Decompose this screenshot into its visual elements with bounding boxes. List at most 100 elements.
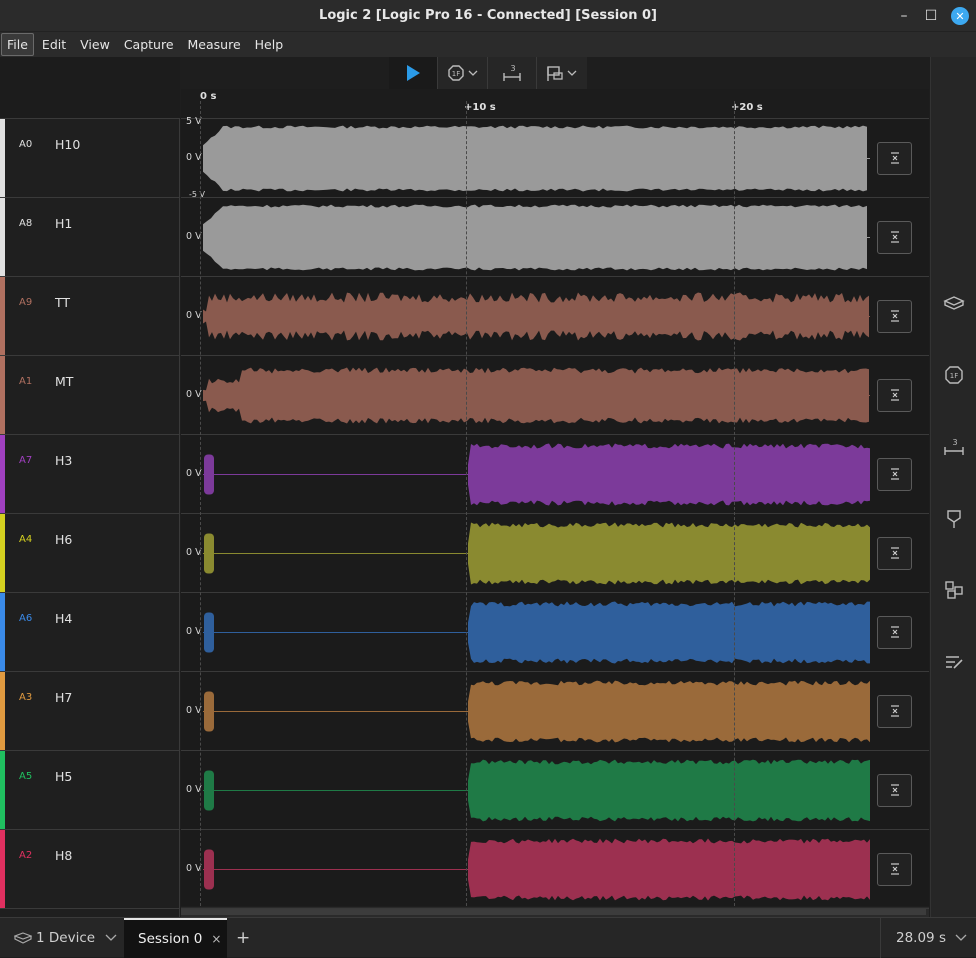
menu-view[interactable]: View xyxy=(74,33,116,56)
channel-id: A0 xyxy=(19,139,33,150)
svg-text:3: 3 xyxy=(952,438,957,447)
channel-row[interactable]: A4 H6 xyxy=(0,514,180,593)
fit-icon xyxy=(890,389,899,401)
channel-id: A6 xyxy=(19,613,33,624)
add-session-button[interactable]: + xyxy=(236,918,250,958)
fit-range-button[interactable] xyxy=(877,536,912,570)
fit-range-button[interactable] xyxy=(877,378,912,412)
close-icon: ✕ xyxy=(951,7,969,25)
scrollbar-thumb[interactable] xyxy=(181,908,926,915)
channel-id: A9 xyxy=(19,297,33,308)
svg-text:3: 3 xyxy=(510,64,515,73)
fit-icon xyxy=(890,626,899,638)
annotate-button[interactable] xyxy=(537,57,587,89)
waveform xyxy=(203,680,870,743)
channel-trace[interactable]: 0 V xyxy=(181,751,929,830)
notes-panel-button[interactable] xyxy=(941,649,967,675)
channel-row[interactable]: A1 MT xyxy=(0,356,180,435)
extensions-panel-button[interactable] xyxy=(941,577,967,603)
channel-id: A8 xyxy=(19,218,33,229)
channel-trace[interactable]: 0 V xyxy=(181,672,929,751)
channel-row[interactable]: A2 H8 xyxy=(0,830,180,909)
start-button[interactable] xyxy=(389,57,438,89)
channel-trace[interactable]: 0 V xyxy=(181,356,929,435)
fit-range-button[interactable] xyxy=(877,457,912,491)
channel-row[interactable]: A3 H7 xyxy=(0,672,180,751)
menu-measure[interactable]: Measure xyxy=(182,33,247,56)
measure-button[interactable]: 3 xyxy=(488,57,537,89)
fit-range-button[interactable] xyxy=(877,615,912,649)
fit-range-button[interactable] xyxy=(877,141,912,175)
channel-trace[interactable]: 0 V xyxy=(181,514,929,593)
tick-20: +20 s xyxy=(731,102,763,113)
marker-icon xyxy=(947,510,961,528)
tick-0: 0 s xyxy=(200,91,217,102)
waveform xyxy=(203,125,870,192)
channel-name[interactable]: H4 xyxy=(55,611,72,626)
channel-trace[interactable]: 0 V xyxy=(181,277,929,356)
channel-row[interactable]: A7 H3 xyxy=(0,435,180,514)
device-selector[interactable]: 1 Device xyxy=(14,918,117,958)
duration-label: 28.09 s xyxy=(896,930,946,946)
waveform xyxy=(203,838,870,901)
menu-edit[interactable]: Edit xyxy=(36,33,72,56)
channel-color-stripe xyxy=(0,830,5,908)
channel-color-stripe xyxy=(0,514,5,592)
capture-toolbar: 1F 3 xyxy=(389,57,587,89)
channel-name[interactable]: TT xyxy=(55,295,70,310)
waveform xyxy=(203,292,870,341)
channel-color-stripe xyxy=(0,672,5,750)
close-button[interactable]: ✕ xyxy=(946,0,974,32)
fit-range-button[interactable] xyxy=(877,773,912,807)
channel-trace[interactable]: 0 V xyxy=(181,435,929,514)
channel-name[interactable]: H7 xyxy=(55,690,72,705)
channel-id: A1 xyxy=(19,376,33,387)
time-ruler[interactable]: 0 s +10 s +20 s xyxy=(181,89,929,119)
channel-id: A3 xyxy=(19,692,33,703)
channel-trace[interactable]: 0 V5 V -5 V xyxy=(181,116,929,199)
channel-row[interactable]: A0 H10 xyxy=(0,119,180,198)
channel-row[interactable]: A9 TT xyxy=(0,277,180,356)
channel-trace[interactable]: 0 V xyxy=(181,830,929,909)
device-panel-button[interactable] xyxy=(941,290,967,316)
session-tab-label: Session 0 xyxy=(138,931,203,947)
channel-name[interactable]: H8 xyxy=(55,848,72,863)
waveform xyxy=(203,522,870,585)
chevron-down-icon xyxy=(105,934,117,941)
fit-range-button[interactable] xyxy=(877,299,912,333)
menu-capture[interactable]: Capture xyxy=(118,33,180,56)
channel-name[interactable]: H10 xyxy=(55,137,80,152)
channel-name[interactable]: H5 xyxy=(55,769,72,784)
channel-name[interactable]: H1 xyxy=(55,216,72,231)
menu-file[interactable]: File xyxy=(1,33,34,56)
channel-row[interactable]: A8 H1 xyxy=(0,198,180,277)
channel-trace[interactable]: 0 V xyxy=(181,593,929,672)
fit-icon xyxy=(890,705,899,717)
channel-name[interactable]: MT xyxy=(55,374,73,389)
channel-trace[interactable]: 0 V xyxy=(181,198,929,277)
notes-icon xyxy=(946,656,963,669)
menu-help[interactable]: Help xyxy=(249,33,290,56)
fit-range-button[interactable] xyxy=(877,220,912,254)
tab-session-0[interactable]: Session 0 × xyxy=(124,918,227,958)
channel-name[interactable]: H3 xyxy=(55,453,72,468)
fit-icon xyxy=(890,310,899,322)
close-icon[interactable]: × xyxy=(211,932,221,946)
channel-row[interactable]: A5 H5 xyxy=(0,751,180,830)
measure-icon: 3 xyxy=(503,64,521,81)
channel-name[interactable]: H6 xyxy=(55,532,72,547)
marker-panel-button[interactable] xyxy=(941,506,967,532)
fit-range-button[interactable] xyxy=(877,852,912,886)
right-panel: 1F 3 xyxy=(930,57,976,917)
fit-range-button[interactable] xyxy=(877,694,912,728)
capture-duration[interactable]: 28.09 s xyxy=(880,918,976,958)
play-icon xyxy=(407,65,420,81)
channel-row[interactable]: A6 H4 xyxy=(0,593,180,672)
minimize-button[interactable]: – xyxy=(890,0,918,32)
trigger-panel-button[interactable]: 1F xyxy=(941,362,967,388)
measure-panel-button[interactable]: 3 xyxy=(941,434,967,460)
trigger-button[interactable]: 1F xyxy=(438,57,488,89)
maximize-button[interactable]: ☐ xyxy=(917,0,945,32)
measure-icon: 3 xyxy=(944,438,964,455)
channel-id: A7 xyxy=(19,455,33,466)
